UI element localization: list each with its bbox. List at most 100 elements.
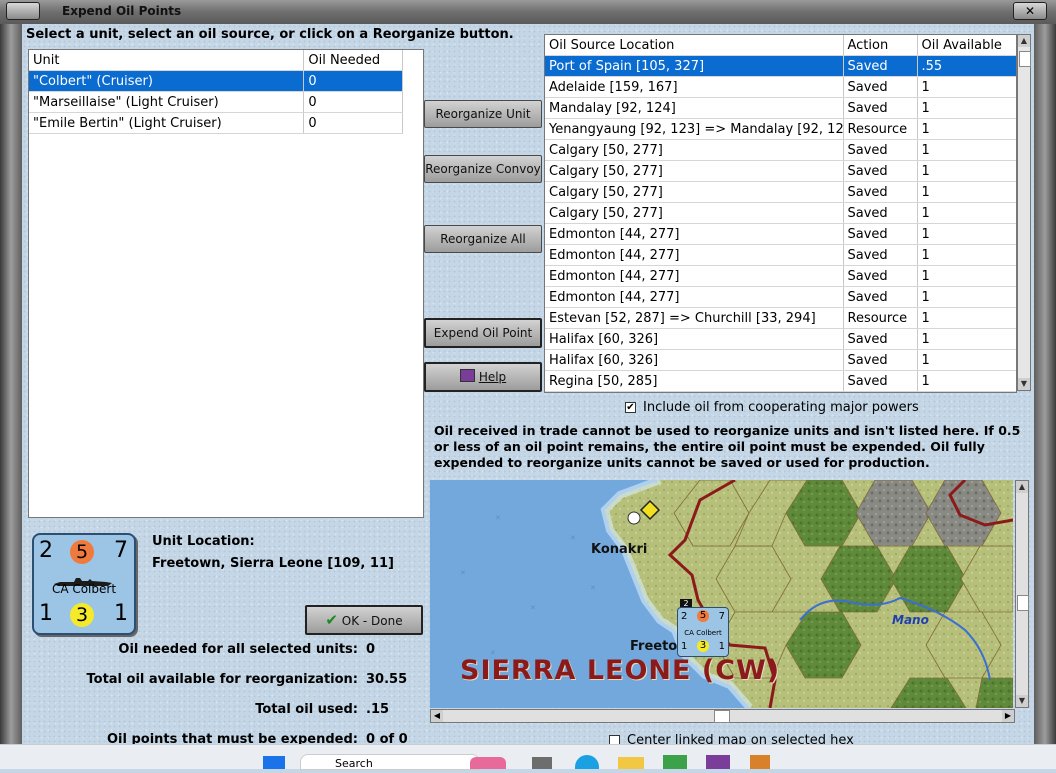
- reorganize-unit-button[interactable]: Reorganize Unit: [424, 100, 542, 128]
- ok-done-label: OK - Done: [341, 614, 403, 628]
- map-label-konakri: Konakri: [591, 542, 648, 557]
- oil-source-location: Edmonton [44, 277]: [545, 244, 844, 266]
- search-highlight-icon: [470, 757, 506, 769]
- map-counter-reorg: 1: [718, 641, 725, 652]
- unit-name: "Emile Bertin" (Light Cruiser): [29, 112, 305, 134]
- map-counter-def: 1: [681, 641, 688, 652]
- map-label-country: SIERRA LEONE (CW): [460, 655, 781, 686]
- svg-text:✕: ✕: [495, 514, 501, 522]
- oil-needed-value: 0: [366, 642, 376, 657]
- oil-source-available: 1: [917, 223, 1016, 245]
- window-frame-left: [0, 24, 22, 744]
- oil-source-row[interactable]: Edmonton [44, 277] Saved 1: [545, 265, 1016, 287]
- task-view-icon[interactable]: [532, 757, 552, 769]
- reorganize-convoy-button[interactable]: Reorganize Convoy: [424, 155, 542, 183]
- unit-list[interactable]: Unit Oil Needed "Colbert" (Cruiser) 0 "M…: [28, 49, 424, 518]
- oil-source-available: 1: [917, 244, 1016, 266]
- oil-source-location: Yenangyaung [92, 123] => Mandalay [92, 1…: [545, 118, 844, 140]
- oil-source-row[interactable]: Calgary [50, 277] Saved 1: [545, 160, 1016, 182]
- oil-source-location: Estevan [52, 287] => Churchill [33, 294]: [545, 307, 844, 329]
- oil-source-row[interactable]: Regina [50, 285] Saved 1: [545, 370, 1016, 392]
- ok-done-button[interactable]: ✔ OK - Done: [305, 605, 423, 635]
- notepad-icon[interactable]: [750, 755, 770, 769]
- map-counter-strength: 5: [697, 610, 709, 622]
- counter-reorg: 1: [114, 601, 128, 626]
- window-title: Expend Oil Points: [62, 4, 182, 18]
- include-coop-checkbox[interactable]: ✔: [625, 402, 636, 413]
- unit-row[interactable]: "Colbert" (Cruiser) 0: [29, 70, 403, 92]
- oil-source-row[interactable]: Edmonton [44, 277] Saved 1: [545, 286, 1016, 308]
- reorganize-all-button[interactable]: Reorganize All: [424, 225, 542, 253]
- scroll-down-icon[interactable]: ▼: [1018, 378, 1030, 390]
- oil-source-location: Calgary [50, 277]: [545, 160, 844, 182]
- map-vscroll-thumb[interactable]: [1017, 595, 1029, 611]
- oil-source-action: Resource: [843, 118, 918, 140]
- edge-browser-icon[interactable]: [575, 755, 599, 769]
- counter-name: CA Colbert: [51, 582, 117, 596]
- oil-source-available: 1: [917, 307, 1016, 329]
- oil-list-scrollbar[interactable]: ▲ ▼: [1017, 34, 1031, 391]
- map-scroll-right-icon[interactable]: ▶: [1002, 710, 1014, 722]
- map-horizontal-scrollbar[interactable]: ◀ ▶: [430, 709, 1015, 723]
- unit-name: "Colbert" (Cruiser): [29, 70, 305, 92]
- close-button[interactable]: ✕: [1013, 2, 1047, 20]
- oil-note: Oil received in trade cannot be used to …: [434, 423, 1021, 470]
- map-unit-counter[interactable]: 2 5 7 CA Colbert 1 3 1: [677, 607, 729, 657]
- game-icon[interactable]: [706, 755, 730, 769]
- help-button[interactable]: Help: [424, 362, 542, 392]
- unit-name: "Marseillaise" (Light Cruiser): [29, 91, 305, 113]
- linked-map[interactable]: ✕ ✕ ✕ ✕ ✕ ✕ Konakri Freeto SIERRA LEONE (CW)…: [430, 480, 1013, 708]
- oil-source-location: Edmonton [44, 277]: [545, 265, 844, 287]
- oil-source-action: Saved: [843, 202, 918, 224]
- oil-source-available: .55: [917, 55, 1016, 77]
- oil-source-row[interactable]: Mandalay [92, 124] Saved 1: [545, 97, 1016, 119]
- map-counter-name: CA Colbert: [684, 629, 722, 637]
- oil-source-available: 1: [917, 118, 1016, 140]
- oil-source-row[interactable]: Halifax [60, 326] Saved 1: [545, 349, 1016, 371]
- oil-source-row[interactable]: Edmonton [44, 277] Saved 1: [545, 244, 1016, 266]
- map-vertical-scrollbar[interactable]: ▲ ▼: [1015, 480, 1029, 708]
- oil-source-row[interactable]: Yenangyaung [92, 123] => Mandalay [92, 1…: [545, 118, 1016, 140]
- oil-source-row[interactable]: Estevan [52, 287] => Churchill [33, 294]…: [545, 307, 1016, 329]
- start-icon[interactable]: [263, 756, 285, 769]
- help-book-icon: [459, 369, 475, 382]
- oil-source-location: Calgary [50, 277]: [545, 181, 844, 203]
- oil-source-row[interactable]: Calgary [50, 277] Saved 1: [545, 181, 1016, 203]
- oil-source-row[interactable]: Edmonton [44, 277] Saved 1: [545, 223, 1016, 245]
- oil-source-row[interactable]: Halifax [60, 326] Saved 1: [545, 328, 1016, 350]
- col-oil-available[interactable]: Oil Available: [917, 35, 1016, 56]
- oil-source-row[interactable]: Port of Spain [105, 327] Saved .55: [545, 55, 1016, 77]
- map-hscroll-thumb[interactable]: [714, 710, 730, 723]
- unit-row[interactable]: "Emile Bertin" (Light Cruiser) 0: [29, 112, 403, 134]
- oil-source-row[interactable]: Calgary [50, 277] Saved 1: [545, 139, 1016, 161]
- oil-source-action: Saved: [843, 55, 918, 77]
- svg-text:✕: ✕: [570, 534, 576, 542]
- col-unit[interactable]: Unit: [29, 50, 305, 71]
- include-coop-label: Include oil from cooperating major power…: [643, 400, 919, 415]
- unit-row[interactable]: "Marseillaise" (Light Cruiser) 0: [29, 91, 403, 113]
- oil-source-row[interactable]: Adelaide [159, 167] Saved 1: [545, 76, 1016, 98]
- map-scroll-up-icon[interactable]: ▲: [1016, 481, 1028, 493]
- oil-source-row[interactable]: Calgary [50, 277] Saved 1: [545, 202, 1016, 224]
- expend-oil-point-button[interactable]: Expend Oil Point: [424, 318, 542, 348]
- scroll-thumb[interactable]: [1019, 51, 1031, 67]
- oil-source-action: Saved: [843, 223, 918, 245]
- system-menu-button[interactable]: [6, 2, 40, 20]
- port-icon: [627, 511, 641, 525]
- oil-needed-label: Oil needed for all selected units:: [118, 642, 358, 657]
- app-icon[interactable]: [663, 755, 687, 769]
- map-counter-move: 7: [718, 611, 725, 622]
- oil-source-action: Saved: [843, 370, 918, 392]
- svg-text:✕: ✕: [590, 584, 596, 592]
- map-scroll-left-icon[interactable]: ◀: [431, 710, 443, 722]
- col-oil-source-location[interactable]: Oil Source Location: [545, 35, 844, 56]
- file-explorer-icon[interactable]: [618, 757, 644, 769]
- oil-source-available: 1: [917, 139, 1016, 161]
- map-scroll-down-icon[interactable]: ▼: [1016, 695, 1028, 707]
- oil-source-location: Port of Spain [105, 327]: [545, 55, 844, 77]
- unit-location-value: Freetown, Sierra Leone [109, 11]: [152, 556, 394, 571]
- scroll-up-icon[interactable]: ▲: [1018, 35, 1030, 47]
- col-oil-needed[interactable]: Oil Needed: [303, 50, 403, 71]
- col-action[interactable]: Action: [843, 35, 918, 56]
- oil-source-list[interactable]: Oil Source Location Action Oil Available…: [544, 34, 1017, 393]
